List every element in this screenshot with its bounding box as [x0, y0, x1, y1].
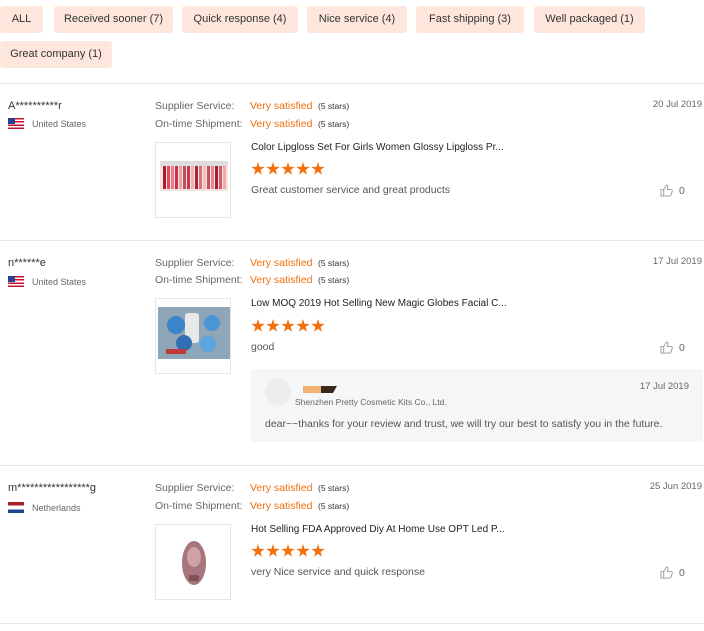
reviewer-country: Netherlands — [8, 502, 81, 513]
product-title[interactable]: Color Lipgloss Set For Girls Women Gloss… — [251, 142, 504, 153]
rating-stars — [251, 544, 325, 558]
like-button[interactable]: 0 — [660, 341, 685, 354]
supplier-service-label: Supplier Service: — [155, 100, 235, 112]
star-icon — [266, 319, 280, 332]
reply-text: dear~~thanks for your review and trust, … — [265, 418, 663, 430]
star-icon — [266, 544, 280, 557]
like-count: 0 — [679, 184, 685, 197]
supplier-service-rating: Very satisfied — [250, 482, 313, 494]
us-flag-icon — [8, 118, 24, 129]
us-flag-icon — [8, 276, 24, 287]
review-comment: very Nice service and quick response — [251, 566, 425, 578]
filter-chip-great-company[interactable]: Great company (1) — [0, 41, 112, 68]
supplier-service-stars: (5 stars) — [318, 258, 350, 268]
country-name: United States — [32, 276, 87, 287]
review-comment: Great customer service and great product… — [251, 184, 451, 196]
star-icon — [281, 162, 295, 175]
star-icon — [251, 319, 265, 332]
star-icon — [266, 162, 280, 175]
like-button[interactable]: 0 — [660, 184, 685, 197]
supplier-avatar — [265, 379, 291, 405]
supplier-service-label: Supplier Service: — [155, 257, 235, 269]
ontime-shipment-label: On-time Shipment: — [155, 274, 243, 286]
country-name: United States — [32, 118, 87, 129]
divider — [0, 623, 704, 624]
ontime-shipment-stars: (5 stars) — [318, 275, 350, 285]
review-item: n******e United States Supplier Service:… — [0, 241, 704, 465]
supplier-reply: Shenzhen Pretty Cosmetic Kits Co., Ltd. … — [251, 369, 703, 442]
star-icon — [311, 319, 325, 332]
star-icon — [296, 319, 310, 332]
ontime-shipment-rating: Very satisfied — [250, 118, 313, 130]
product-thumbnail[interactable] — [155, 524, 231, 600]
like-button[interactable]: 0 — [660, 566, 685, 579]
star-icon — [281, 544, 295, 557]
review-item: A**********r United States Supplier Serv… — [0, 84, 704, 240]
product-thumbnail[interactable] — [155, 142, 231, 218]
like-count: 0 — [679, 341, 685, 354]
ipl-device-image — [182, 541, 206, 585]
supplier-service-rating: Very satisfied — [250, 100, 313, 112]
facial-globes-image — [158, 307, 230, 359]
star-icon — [251, 162, 265, 175]
product-title[interactable]: Low MOQ 2019 Hot Selling New Magic Globe… — [251, 298, 507, 309]
star-icon — [281, 319, 295, 332]
reviewer-name: n******e — [8, 257, 46, 269]
reviewer-country: United States — [8, 276, 86, 287]
ontime-shipment-rating: Very satisfied — [250, 274, 313, 286]
filter-chip-all[interactable]: ALL — [0, 6, 43, 33]
filter-chip-fast-shipping[interactable]: Fast shipping (3) — [416, 6, 524, 33]
ontime-shipment-stars: (5 stars) — [318, 119, 350, 129]
ontime-shipment-label: On-time Shipment: — [155, 118, 243, 130]
product-thumbnail[interactable] — [155, 298, 231, 374]
ontime-shipment-rating: Very satisfied — [250, 500, 313, 512]
reviewer-name: A**********r — [8, 100, 62, 112]
product-title[interactable]: Hot Selling FDA Approved Diy At Home Use… — [251, 524, 505, 535]
rating-stars — [251, 319, 325, 333]
ontime-shipment-stars: (5 stars) — [318, 501, 350, 511]
review-date: 20 Jul 2019 — [652, 99, 702, 110]
star-icon — [296, 162, 310, 175]
review-comment: good — [251, 341, 275, 353]
filter-chip-nice-service[interactable]: Nice service (4) — [307, 6, 407, 33]
reply-date: 17 Jul 2019 — [639, 381, 689, 392]
lipgloss-set-image — [160, 161, 228, 191]
thumbs-up-icon — [660, 341, 673, 354]
reviewer-name: m*****************g — [8, 482, 97, 494]
star-icon — [311, 544, 325, 557]
filter-chip-quick-response[interactable]: Quick response (4) — [182, 6, 298, 33]
supplier-service-stars: (5 stars) — [318, 101, 350, 111]
supplier-service-label: Supplier Service: — [155, 482, 235, 494]
review-item: m*****************g Netherlands Supplier… — [0, 466, 704, 623]
supplier-service-rating: Very satisfied — [250, 257, 313, 269]
star-icon — [251, 544, 265, 557]
filter-chip-received-sooner[interactable]: Received sooner (7) — [54, 6, 173, 33]
thumbs-up-icon — [660, 566, 673, 579]
like-count: 0 — [679, 566, 685, 579]
ontime-shipment-label: On-time Shipment: — [155, 500, 243, 512]
thumbs-up-icon — [660, 184, 673, 197]
star-icon — [311, 162, 325, 175]
review-date: 25 Jun 2019 — [649, 481, 702, 492]
star-icon — [296, 544, 310, 557]
review-date: 17 Jul 2019 — [652, 256, 702, 267]
nl-flag-icon — [8, 502, 24, 513]
rating-stars — [251, 162, 325, 176]
supplier-logo-icon — [303, 386, 337, 393]
supplier-company-name: Shenzhen Pretty Cosmetic Kits Co., Ltd. — [295, 397, 447, 407]
country-name: Netherlands — [32, 502, 81, 513]
supplier-service-stars: (5 stars) — [318, 483, 350, 493]
reviewer-country: United States — [8, 118, 86, 129]
filter-chip-well-packaged[interactable]: Well packaged (1) — [534, 6, 645, 33]
